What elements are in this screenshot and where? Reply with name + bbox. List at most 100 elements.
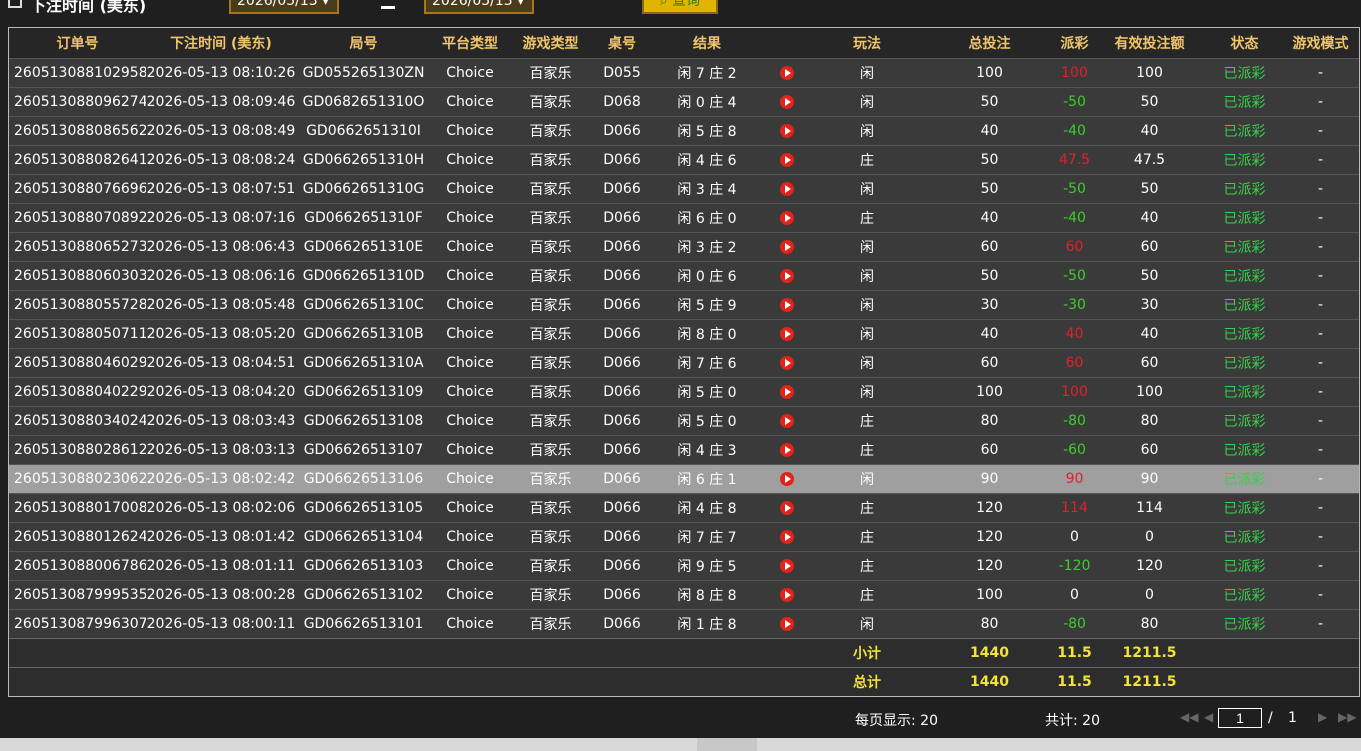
bet-cell: 40 — [922, 203, 1057, 233]
table-row[interactable]: 260513088050711 2026-05-13 08:05:20 GD0662… — [9, 319, 1359, 349]
result-cell: 闲 3 庄 2 — [652, 232, 762, 262]
play-video-icon[interactable] — [780, 124, 794, 138]
time-cell: 2026-05-13 08:07:51 — [146, 174, 296, 204]
play-video-icon[interactable] — [780, 66, 794, 80]
play-video-icon[interactable] — [780, 211, 794, 225]
status-cell: 已派彩 — [1207, 464, 1282, 494]
table-cell: D055 — [592, 58, 652, 88]
play-video-icon[interactable] — [780, 298, 794, 312]
platform-cell: Choice — [431, 580, 509, 610]
game-cell: 百家乐 — [509, 551, 592, 581]
play-video-icon[interactable] — [780, 95, 794, 109]
table-header: 订单号 下注时间 (美东) 局号 平台类型 游戏类型 桌号 结果 玩法 总投注 … — [9, 28, 1359, 59]
status-cell: 已派彩 — [1207, 87, 1282, 117]
mode-cell: - — [1282, 290, 1359, 320]
table-row[interactable]: 260513088060303 2026-05-13 08:06:16 GD0662… — [9, 261, 1359, 291]
table-row[interactable]: 260513088006786 2026-05-13 08:01:11 GD0662… — [9, 551, 1359, 581]
play-video-icon[interactable] — [780, 385, 794, 399]
play-video-icon[interactable] — [780, 588, 794, 602]
play-video-icon[interactable] — [780, 356, 794, 370]
col-result: 结果 — [652, 28, 762, 59]
valid-cell: 40 — [1092, 203, 1207, 233]
table-row[interactable]: 260513088082641 2026-05-13 08:08:24 GD0662… — [9, 145, 1359, 175]
subtotal-bet: 1440 — [922, 638, 1057, 668]
valid-cell: 40 — [1092, 116, 1207, 146]
mode-cell: - — [1282, 116, 1359, 146]
valid-cell: 0 — [1092, 522, 1207, 552]
game-cell: 百家乐 — [509, 261, 592, 291]
table-row[interactable]: 260513088023062 2026-05-13 08:02:42 GD0662… — [9, 464, 1359, 494]
table-row[interactable]: 260513087996307 2026-05-13 08:00:11 GD0662… — [9, 609, 1359, 639]
time-cell: 2026-05-13 08:08:24 — [146, 145, 296, 175]
bet-cell: 60 — [922, 435, 1057, 465]
play-video-icon[interactable] — [780, 443, 794, 457]
table-row[interactable]: 260513088028612 2026-05-13 08:03:13 GD0662… — [9, 435, 1359, 465]
time-cell: 2026-05-13 08:01:42 — [146, 522, 296, 552]
order-cell: 260513087996307 — [9, 609, 146, 639]
table-row[interactable]: 260513088017008 2026-05-13 08:02:06 GD0662… — [9, 493, 1359, 523]
play-video-icon[interactable] — [780, 182, 794, 196]
play-video-icon[interactable] — [780, 414, 794, 428]
table-row[interactable]: 260513087999535 2026-05-13 08:00:28 GD0662… — [9, 580, 1359, 610]
date-from-select[interactable]: 2026/05/13 ▾ — [229, 0, 339, 14]
payout-cell: 60 — [1057, 232, 1092, 262]
table-row[interactable]: 260513088076696 2026-05-13 08:07:51 GD0662… — [9, 174, 1359, 204]
mode-cell: - — [1282, 319, 1359, 349]
platform-cell: Choice — [431, 58, 509, 88]
play-cell: 庄 — [812, 406, 922, 436]
bet-cell: 120 — [922, 493, 1057, 523]
play-video-icon[interactable] — [780, 472, 794, 486]
date-to-select[interactable]: 2026/05/13 ▾ — [424, 0, 534, 14]
game-cell: 百家乐 — [509, 87, 592, 117]
bet-cell: 50 — [922, 87, 1057, 117]
table-row[interactable]: 260513088065273 2026-05-13 08:06:43 GD0662… — [9, 232, 1359, 262]
mode-cell: - — [1282, 580, 1359, 610]
page-input[interactable] — [1218, 708, 1262, 728]
filter-label: 下注时间 (美东) — [30, 0, 147, 15]
next-page-icon[interactable]: ▶ — [1318, 710, 1327, 724]
table-row[interactable]: 260513088055728 2026-05-13 08:05:48 GD0662… — [9, 290, 1359, 320]
status-cell: 已派彩 — [1207, 174, 1282, 204]
table-body: 260513088102958 2026-05-13 08:10:26 GD0552… — [9, 58, 1359, 696]
table-row[interactable]: 260513088034024 2026-05-13 08:03:43 GD0662… — [9, 406, 1359, 436]
mode-cell: - — [1282, 406, 1359, 436]
round-cell: GD0662651310E — [296, 232, 431, 262]
table-cell: D066 — [592, 290, 652, 320]
status-cell: 已派彩 — [1207, 290, 1282, 320]
play-video-icon[interactable] — [780, 327, 794, 341]
result-cell: 闲 3 庄 4 — [652, 174, 762, 204]
last-page-icon[interactable]: ▶▶ — [1338, 710, 1356, 724]
table-cell: D066 — [592, 116, 652, 146]
valid-cell: 114 — [1092, 493, 1207, 523]
video-cell — [762, 551, 812, 581]
table-row[interactable]: 260513088046029 2026-05-13 08:04:51 GD0662… — [9, 348, 1359, 378]
table-row[interactable]: 260513088012624 2026-05-13 08:01:42 GD0662… — [9, 522, 1359, 552]
valid-cell: 80 — [1092, 406, 1207, 436]
subtotal-row: 小计 1440 11.5 1211.5 — [9, 638, 1359, 668]
platform-cell: Choice — [431, 290, 509, 320]
table-row[interactable]: 260513088102958 2026-05-13 08:10:26 GD0552… — [9, 58, 1359, 88]
game-cell: 百家乐 — [509, 435, 592, 465]
play-video-icon[interactable] — [780, 153, 794, 167]
play-video-icon[interactable] — [780, 617, 794, 631]
table-row[interactable]: 260513088040229 2026-05-13 08:04:20 GD0662… — [9, 377, 1359, 407]
result-cell: 闲 9 庄 5 — [652, 551, 762, 581]
video-cell — [762, 290, 812, 320]
first-page-icon[interactable]: ◀◀ — [1180, 710, 1198, 724]
query-button[interactable]: ⌕ 查询 — [642, 0, 718, 14]
status-cell: 已派彩 — [1207, 377, 1282, 407]
round-cell: GD0662651310F — [296, 203, 431, 233]
table-row[interactable]: 260513088070892 2026-05-13 08:07:16 GD0662… — [9, 203, 1359, 233]
play-video-icon[interactable] — [780, 501, 794, 515]
prev-page-icon[interactable]: ◀ — [1204, 710, 1213, 724]
play-video-icon[interactable] — [780, 559, 794, 573]
mode-cell: - — [1282, 174, 1359, 204]
play-video-icon[interactable] — [780, 269, 794, 283]
play-video-icon[interactable] — [780, 530, 794, 544]
payout-cell: -40 — [1057, 203, 1092, 233]
table-cell: D066 — [592, 174, 652, 204]
result-cell: 闲 5 庄 8 — [652, 116, 762, 146]
table-row[interactable]: 260513088086562 2026-05-13 08:08:49 GD0662… — [9, 116, 1359, 146]
play-video-icon[interactable] — [780, 240, 794, 254]
table-row[interactable]: 260513088096274 2026-05-13 08:09:46 GD0682… — [9, 87, 1359, 117]
